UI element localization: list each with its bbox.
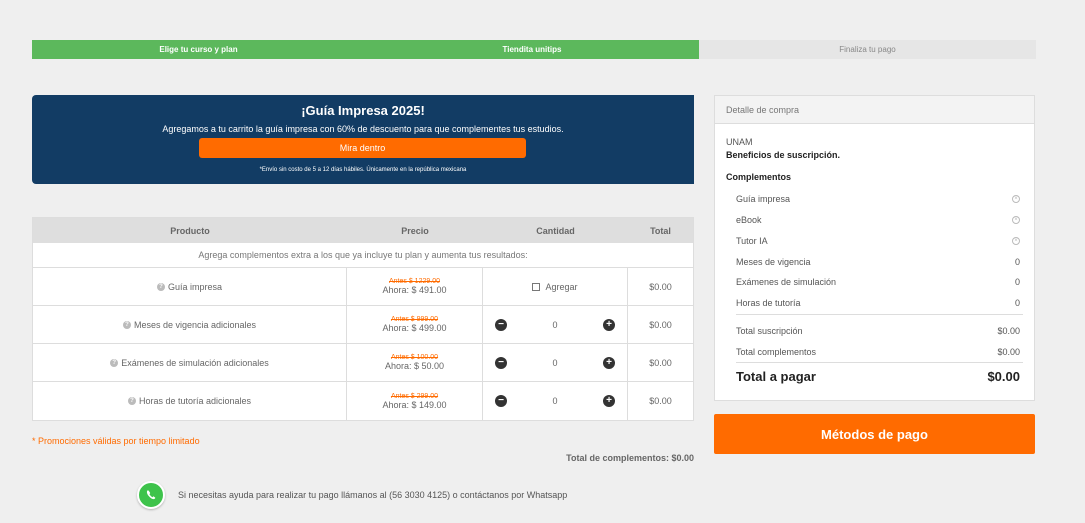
product-name: Guía impresa	[167, 281, 223, 292]
summary-item-value: 0	[1014, 298, 1020, 308]
table-header: Producto Precio Cantidad Total	[33, 218, 693, 243]
row-total: $0.00	[649, 281, 672, 292]
col-quantity: Cantidad	[536, 225, 575, 236]
promo-banner: ¡Guía Impresa 2025! Agregamos a tu carri…	[32, 95, 694, 184]
complements-title: Complementos	[726, 172, 792, 182]
product-name: Meses de vigencia adicionales	[133, 319, 257, 330]
promo-title: ¡Guía Impresa 2025!	[301, 103, 425, 118]
quantity-stepper: − 0 +	[483, 344, 628, 381]
question-circle-icon[interactable]: ?	[122, 320, 131, 329]
promo-valid-note: * Promociones válidas por tiempo limitad…	[32, 436, 200, 446]
summary-item: eBook ×	[736, 215, 1020, 225]
summary-item: Guía impresa ×	[736, 194, 1020, 204]
row-total: $0.00	[649, 319, 672, 330]
help-contact: Si necesitas ayuda para realizar tu pago…	[137, 481, 567, 509]
row-total: $0.00	[649, 396, 672, 406]
table-row: ? Meses de vigencia adicionales Antes $ 9…	[33, 306, 693, 344]
help-text: Si necesitas ayuda para realizar tu pago…	[178, 490, 568, 500]
x-circle-icon[interactable]: ×	[1012, 216, 1020, 224]
divider	[736, 362, 1023, 363]
x-circle-icon[interactable]: ×	[1012, 237, 1020, 245]
question-circle-icon[interactable]: ?	[110, 358, 119, 367]
old-price: Antes $ 999.00	[390, 316, 439, 323]
promo-note: *Envío sin costo de 5 a 12 días hábiles.…	[259, 167, 467, 173]
plus-circle-icon[interactable]: +	[602, 318, 615, 331]
table-row: ? Exámenes de simulación adicionales Ante…	[33, 344, 693, 382]
plus-circle-icon[interactable]: +	[602, 356, 615, 369]
x-circle-icon[interactable]: ×	[1012, 195, 1020, 203]
checkout-progress: Elige tu curso y plan Tiendita unitips F…	[32, 40, 1036, 59]
whatsapp-icon[interactable]	[137, 481, 165, 509]
minus-circle-icon[interactable]: −	[495, 356, 507, 369]
subscription-total: Total suscripción $0.00	[736, 326, 1020, 336]
step-store: Tiendita unitips	[365, 40, 699, 59]
current-price: Ahora: $ 499.00	[382, 323, 447, 333]
col-price: Precio	[401, 225, 429, 236]
complements-table: Producto Precio Cantidad Total Agrega co…	[32, 217, 694, 421]
complements-total-value: $0.00	[997, 347, 1020, 357]
summary-item-value: 0	[1014, 277, 1020, 287]
question-circle-icon[interactable]: ?	[156, 282, 165, 291]
table-row: ? Horas de tutoría adicionales Antes $ 29…	[33, 382, 693, 420]
complements-total-label: Total complementos	[736, 347, 817, 357]
summary-item-label: eBook	[736, 215, 762, 225]
summary-item: Horas de tutoría 0	[736, 298, 1020, 308]
minus-circle-icon[interactable]: −	[495, 395, 507, 407]
table-subheader: Agrega complementos extra a los que ya i…	[33, 243, 693, 268]
product-name: Horas de tutoría adicionales	[138, 396, 252, 406]
old-price: Antes $ 1229.00	[389, 278, 440, 285]
table-row: ? Guía impresa Antes $ 1229.00 Ahora: $ 49…	[33, 268, 693, 306]
summary-item: Exámenes de simulación 0	[736, 277, 1020, 287]
old-price: Antes $ 299.00	[390, 392, 439, 400]
purchase-summary: Detalle de compra UNAM Beneficios de sus…	[714, 95, 1035, 401]
subscription-total-label: Total suscripción	[736, 326, 803, 336]
product-name: Exámenes de simulación adicionales	[121, 357, 269, 368]
row-total: $0.00	[649, 357, 672, 368]
minus-circle-icon[interactable]: −	[495, 318, 507, 331]
summary-item-label: Meses de vigencia	[736, 257, 811, 267]
summary-item: Meses de vigencia 0	[736, 257, 1020, 267]
col-total: Total	[650, 225, 671, 236]
col-product: Producto	[170, 225, 210, 236]
promo-text: Agregamos a tu carrito la guía impresa c…	[162, 124, 564, 134]
summary-item-label: Exámenes de simulación	[736, 277, 837, 287]
summary-item: Tutor IA ×	[736, 236, 1020, 246]
add-checkbox[interactable]	[532, 282, 541, 291]
question-circle-icon[interactable]: ?	[127, 397, 136, 405]
current-price: Ahora: $ 149.00	[382, 399, 447, 410]
quantity-value: 0	[552, 396, 558, 406]
summary-header: Detalle de compra	[715, 96, 1034, 124]
subscription-total-value: $0.00	[997, 326, 1020, 336]
quantity-stepper: − 0 +	[483, 306, 628, 343]
summary-item-label: Horas de tutoría	[736, 298, 801, 308]
divider	[736, 314, 1023, 315]
current-price: Ahora: $ 491.00	[382, 285, 447, 295]
payment-methods-button[interactable]: Métodos de pago	[714, 414, 1035, 454]
look-inside-button[interactable]: Mira dentro	[199, 138, 526, 158]
institution: UNAM	[726, 137, 753, 147]
summary-item-label: Guía impresa	[736, 194, 791, 204]
grand-total-label: Total a pagar	[736, 369, 816, 384]
old-price: Antes $ 100.00	[390, 354, 439, 361]
add-checkbox-label[interactable]: Agregar	[545, 282, 577, 292]
plus-circle-icon[interactable]: +	[602, 395, 615, 407]
current-price: Ahora: $ 50.00	[384, 361, 445, 371]
step-finish-payment: Finaliza tu pago	[699, 40, 1036, 59]
complements-total-summary: Total complementos $0.00	[736, 347, 1020, 357]
step-choose-course: Elige tu curso y plan	[32, 40, 365, 59]
quantity-stepper: − 0 +	[483, 382, 628, 420]
quantity-value: 0	[552, 319, 558, 330]
grand-total: Total a pagar $0.00	[736, 369, 1020, 384]
summary-item-label: Tutor IA	[736, 236, 768, 246]
complements-total: Total de complementos: $0.00	[566, 453, 694, 463]
grand-total-value: $0.00	[987, 369, 1020, 384]
subscription-benefits: Beneficios de suscripción.	[726, 150, 841, 160]
summary-item-value: 0	[1014, 257, 1020, 267]
quantity-value: 0	[552, 357, 558, 368]
